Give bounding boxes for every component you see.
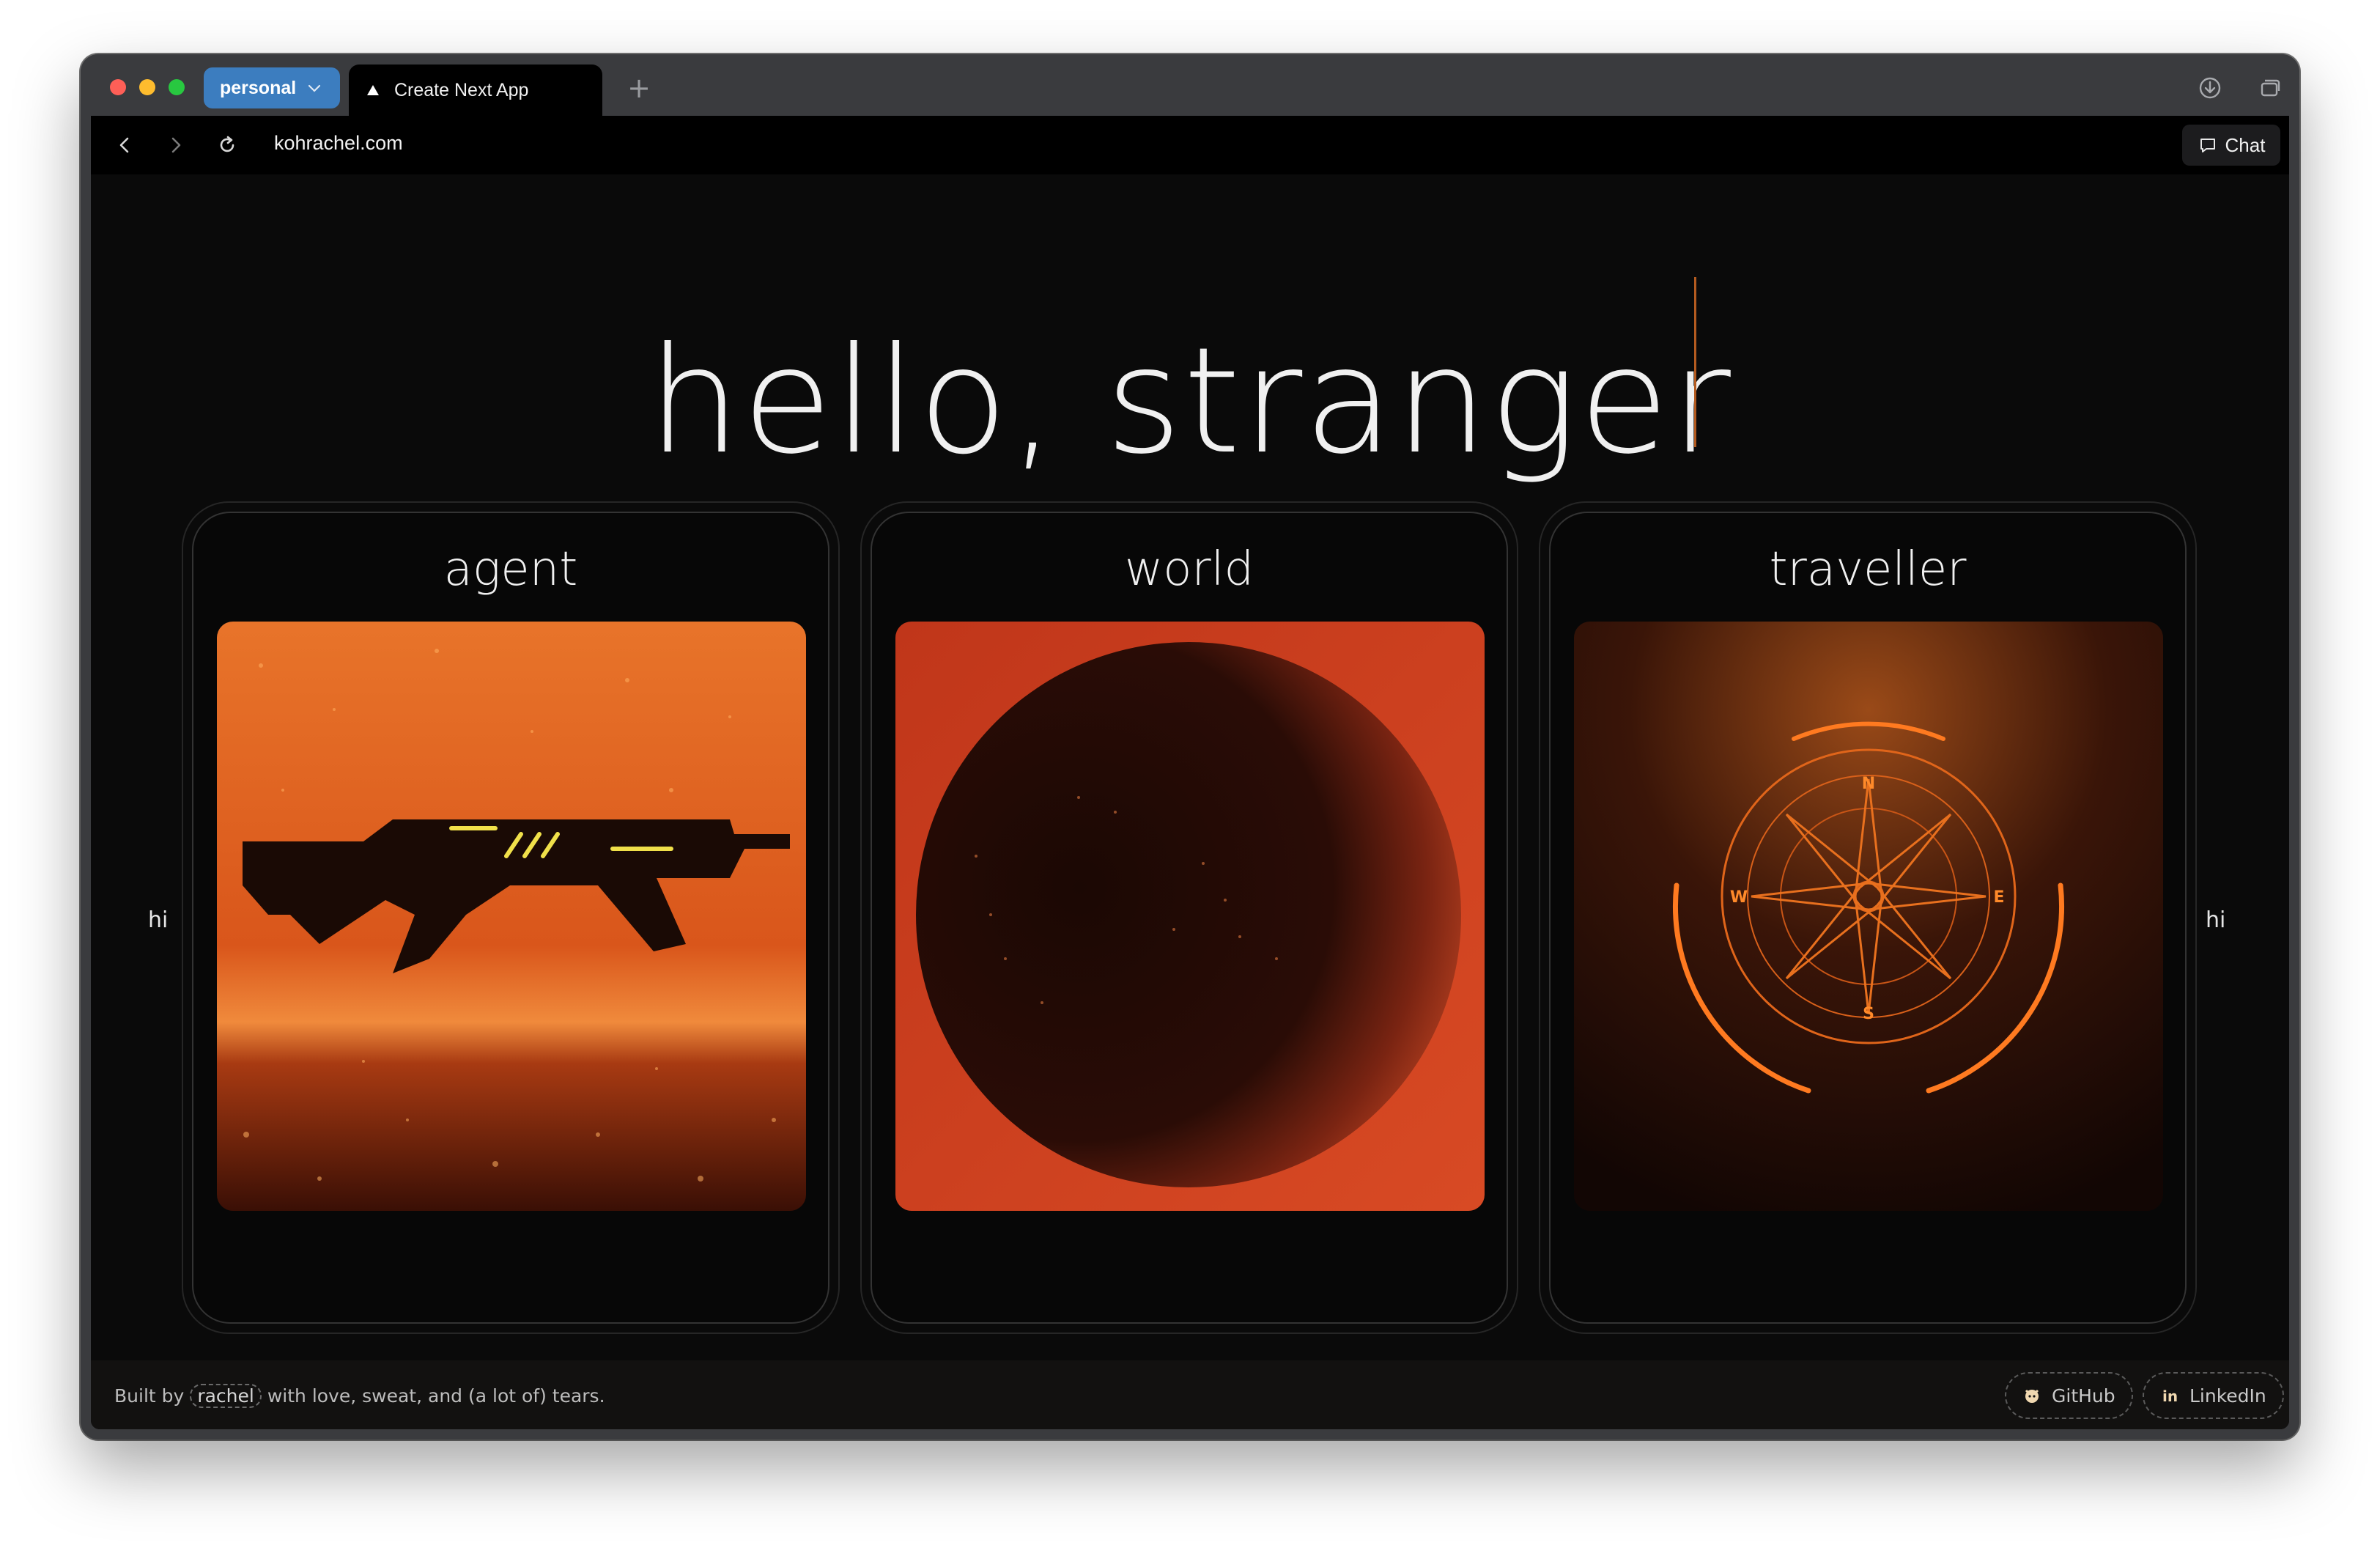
card-title-world: world (1124, 542, 1254, 597)
futuristic-rifle-image (217, 622, 806, 1211)
card-title-agent: agent (443, 542, 578, 597)
typing-caret (1694, 277, 1696, 447)
svg-text:in: in (2162, 1387, 2178, 1405)
footer-credit: Built by rachel with love, sweat, and (a… (114, 1384, 605, 1408)
chat-bubble-icon (2200, 139, 2215, 152)
svg-text:W: W (1730, 888, 1748, 907)
card-title-traveller: traveller (1769, 542, 1967, 597)
triangle-favicon-icon (367, 85, 379, 95)
tab-create-next-app[interactable]: Create Next App (349, 64, 602, 116)
page-content: hello, stranger hi hi agent world travel… (91, 174, 2289, 1429)
linkedin-label: LinkedIn (2189, 1385, 2266, 1407)
tab-overview-icon[interactable] (2255, 73, 2285, 103)
side-label-right: hi (2206, 907, 2226, 933)
red-planet-image (895, 622, 1485, 1211)
maximize-window-button[interactable] (169, 79, 185, 95)
url-field[interactable]: kohrachel.com (274, 132, 403, 155)
minimize-window-button[interactable] (139, 79, 155, 95)
chat-label: Chat (2225, 133, 2266, 156)
downloads-icon[interactable] (2195, 73, 2225, 103)
new-tab-button[interactable]: + (623, 72, 655, 104)
title-bar: personal Create Next App + (81, 54, 2299, 116)
author-name-link[interactable]: rachel (190, 1384, 262, 1408)
close-window-button[interactable] (110, 79, 126, 95)
linkedin-icon: in (2162, 1387, 2178, 1405)
address-bar: kohrachel.com Chat (91, 116, 2289, 174)
back-icon[interactable] (110, 130, 139, 160)
card-traveller[interactable]: traveller N S E W (1539, 501, 2197, 1334)
reload-icon[interactable] (212, 130, 242, 160)
github-label: GitHub (2052, 1385, 2115, 1407)
svg-text:S: S (1863, 1005, 1874, 1023)
glowing-compass-image: N S E W (1574, 622, 2163, 1211)
card-agent[interactable]: agent (182, 501, 840, 1334)
linkedin-link[interactable]: in LinkedIn (2143, 1372, 2284, 1419)
forward-icon[interactable] (161, 130, 191, 160)
card-traveller-inner: traveller N S E W (1549, 512, 2187, 1324)
profile-label: personal (220, 77, 297, 98)
card-agent-inner: agent (192, 512, 829, 1324)
page-footer: Built by rachel with love, sweat, and (a… (91, 1360, 2289, 1429)
chat-button[interactable]: Chat (2182, 125, 2280, 166)
github-icon (2025, 1389, 2039, 1403)
tab-title: Create Next App (394, 79, 529, 100)
card-world-inner: world (871, 512, 1508, 1324)
github-link[interactable]: GitHub (2005, 1372, 2133, 1419)
profile-switcher[interactable]: personal (204, 67, 340, 108)
footer-prefix: Built by (114, 1385, 185, 1407)
hero-title: hello, stranger (648, 316, 1732, 487)
side-label-left: hi (148, 907, 169, 933)
footer-suffix: with love, sweat, and (a lot of) tears. (267, 1385, 605, 1407)
svg-text:E: E (1993, 888, 2004, 907)
chevron-down-icon (308, 84, 321, 92)
card-world[interactable]: world (860, 501, 1518, 1334)
browser-window: personal Create Next App + kohrachel.com… (81, 54, 2299, 1440)
svg-text:N: N (1862, 775, 1875, 793)
